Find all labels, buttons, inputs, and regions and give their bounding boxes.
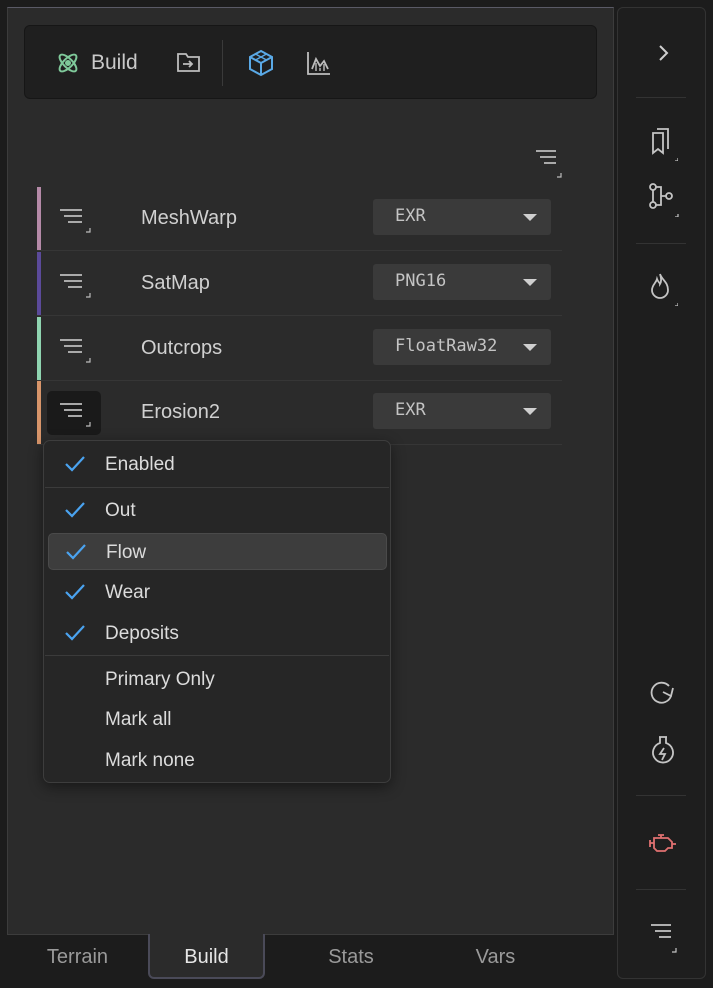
menu-item-label: Primary Only [105, 669, 215, 690]
check-icon [64, 623, 86, 643]
format-value: EXR [395, 400, 426, 420]
atom-icon [55, 50, 81, 76]
output-row: SatMap PNG16 [37, 252, 562, 316]
check-icon [64, 500, 86, 520]
menu-item-mark-none[interactable]: Mark none [48, 742, 387, 779]
refresh-button[interactable] [646, 676, 680, 710]
flask-button[interactable] [646, 733, 680, 767]
format-value: EXR [395, 206, 426, 226]
row-name: SatMap [141, 272, 210, 294]
row-name: Outcrops [141, 337, 223, 359]
flask-icon [649, 734, 677, 766]
list-icon [56, 269, 92, 299]
menu-divider [45, 487, 389, 488]
cube-icon [246, 48, 276, 78]
sidebar-divider [636, 97, 686, 98]
row-menu-button[interactable] [47, 391, 101, 435]
menu-item-flow[interactable]: Flow [48, 533, 387, 570]
menu-item-label: Mark all [105, 709, 172, 730]
tab-bar: Terrain Build Stats Vars [7, 934, 614, 979]
menu-item-label: Enabled [105, 454, 175, 475]
import-button[interactable] [175, 46, 203, 80]
row-color-stripe [37, 187, 41, 250]
format-select[interactable]: PNG16 [373, 264, 551, 300]
menu-item-enabled[interactable]: Enabled [48, 446, 387, 483]
menu-item-label: Out [105, 500, 136, 521]
list-options-button[interactable] [534, 147, 562, 179]
graph-button[interactable] [646, 181, 680, 217]
menu-item-deposits[interactable]: Deposits [48, 615, 387, 652]
row-color-stripe [37, 252, 41, 315]
row-color-stripe [37, 381, 41, 444]
expand-button[interactable] [646, 36, 680, 70]
sidebar-divider [636, 795, 686, 796]
format-value: FloatRaw32 [395, 336, 498, 356]
caret-down-icon [523, 214, 537, 221]
check-icon [65, 542, 87, 562]
check-icon [64, 454, 86, 474]
tab-build[interactable]: Build [148, 934, 265, 979]
sidebar-divider [636, 243, 686, 244]
toolbar: Build [24, 25, 597, 99]
caret-down-icon [523, 279, 537, 286]
list-icon [56, 334, 92, 364]
menu-item-primary-only[interactable]: Primary Only [48, 661, 387, 698]
row-menu-button[interactable] [47, 262, 101, 306]
toolbar-divider [222, 40, 223, 86]
tab-terrain[interactable]: Terrain [7, 934, 148, 979]
engine-button[interactable] [646, 826, 680, 860]
flame-icon [648, 270, 678, 306]
menu-item-mark-all[interactable]: Mark all [48, 701, 387, 738]
fire-button[interactable] [646, 270, 680, 306]
menu-item-label: Deposits [105, 623, 179, 644]
row-menu-button[interactable] [47, 197, 101, 241]
caret-down-icon [523, 408, 537, 415]
menu-item-out[interactable]: Out [48, 492, 387, 529]
list-icon [534, 147, 562, 179]
rotate-icon [649, 678, 677, 708]
engine-icon [648, 830, 678, 856]
node-graph-icon [647, 181, 679, 217]
format-value: PNG16 [395, 271, 447, 291]
tab-stats[interactable]: Stats [265, 934, 437, 979]
row-name: Erosion2 [141, 401, 220, 423]
format-select[interactable]: FloatRaw32 [373, 329, 551, 365]
output-row: Erosion2 EXR [37, 381, 562, 445]
format-select[interactable]: EXR [373, 199, 551, 235]
list-icon [56, 204, 92, 234]
chart-icon [305, 49, 333, 77]
list-icon [56, 398, 92, 428]
menu-item-wear[interactable]: Wear [48, 574, 387, 611]
right-sidebar [617, 7, 706, 979]
check-icon [64, 582, 86, 602]
folder-import-icon [175, 50, 203, 76]
stats-button[interactable] [305, 46, 333, 80]
menu-item-label: Wear [105, 582, 151, 603]
build-label: Build [91, 51, 138, 74]
output-options-menu: Enabled Out Flow Wear Deposits Primary On… [43, 440, 391, 783]
caret-down-icon [523, 344, 537, 351]
tab-vars[interactable]: Vars [437, 934, 554, 979]
row-color-stripe [37, 317, 41, 380]
menu-divider [45, 655, 389, 656]
sidebar-menu-button[interactable] [646, 920, 680, 954]
bookmarks-button[interactable] [646, 125, 680, 161]
bookmarks-icon [648, 125, 678, 161]
build-button[interactable]: Build [55, 46, 138, 80]
row-menu-button[interactable] [47, 327, 101, 371]
row-name: MeshWarp [141, 207, 237, 229]
cube-button[interactable] [246, 46, 276, 80]
output-row: Outcrops FloatRaw32 [37, 317, 562, 381]
format-select[interactable]: EXR [373, 393, 551, 429]
menu-item-label: Flow [106, 542, 147, 563]
output-row: MeshWarp EXR [37, 187, 562, 251]
chevron-right-icon [656, 44, 670, 62]
menu-item-label: Mark none [105, 750, 195, 771]
sidebar-divider [636, 889, 686, 890]
list-icon [649, 920, 677, 954]
